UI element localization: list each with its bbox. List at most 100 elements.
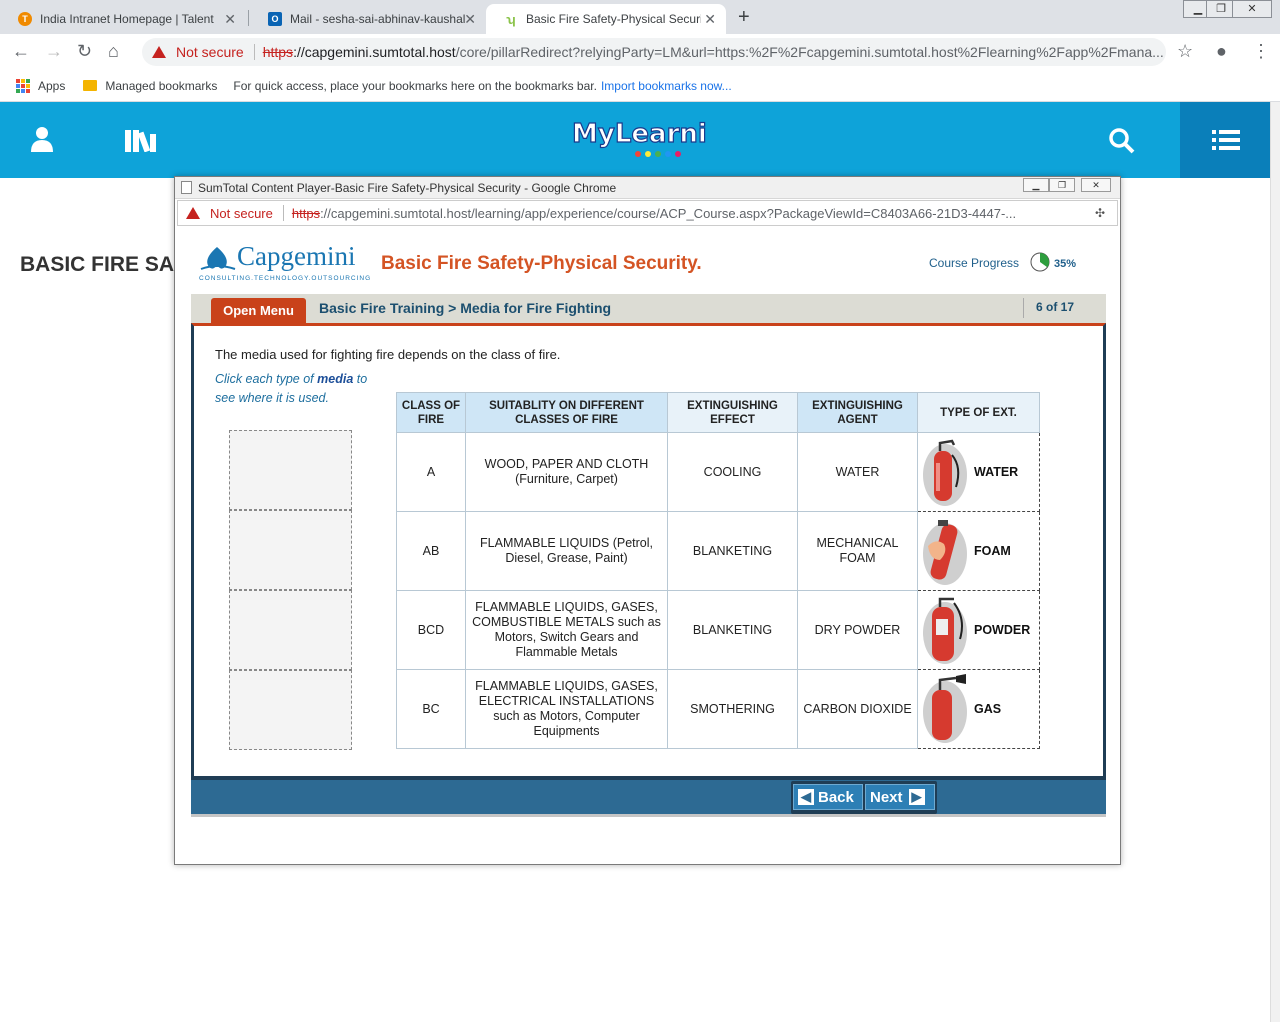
tab-divider bbox=[248, 10, 249, 26]
bookmarks-bar: Apps Managed bookmarks For quick access,… bbox=[0, 70, 1280, 102]
powder-extinguisher-icon bbox=[923, 597, 967, 664]
extinguisher-type-label: POWDER bbox=[974, 623, 1031, 637]
popup-address-bar[interactable]: Not secure https ://capgemini.sumtotal.h… bbox=[177, 200, 1118, 226]
fire-class-cell: BCD bbox=[396, 590, 466, 670]
address-bar[interactable]: Not secure https ://capgemini.sumtotal.h… bbox=[142, 38, 1166, 66]
bookmark-star-icon[interactable]: ☆ bbox=[1177, 41, 1193, 62]
outlook-favicon-icon: O bbox=[268, 12, 282, 26]
url-host: ://capgemini.sumtotal.host bbox=[320, 205, 472, 221]
reload-icon[interactable]: ↻ bbox=[77, 41, 92, 62]
url-path: /core/pillarRedirect?relyingParty=LM&url… bbox=[455, 44, 1164, 60]
agent-cell: WATER bbox=[797, 432, 918, 512]
warning-icon bbox=[152, 46, 166, 58]
browser-tab-intranet[interactable]: T India Intranet Homepage | Talent ✕ bbox=[0, 4, 246, 34]
profile-icon[interactable]: ● bbox=[1216, 41, 1227, 62]
left-arrow-icon: ◀ bbox=[798, 789, 814, 805]
media-drop-slot[interactable] bbox=[229, 430, 352, 510]
table-row: A WOOD, PAPER AND CLOTH (Furniture, Carp… bbox=[396, 432, 1040, 512]
browser-tab-mail[interactable]: O Mail - sesha-sai-abhinav-kaushal ✕ bbox=[250, 4, 486, 34]
extinguisher-water-card[interactable]: WATER bbox=[917, 432, 1040, 512]
content-player-window: SumTotal Content Player-Basic Fire Safet… bbox=[174, 176, 1121, 865]
browser-tab-fire-safety[interactable]: ʮ Basic Fire Safety-Physical Security ✕ bbox=[486, 4, 726, 34]
table-row: BCD FLAMMABLE LIQUIDS, GASES, COMBUSTIBL… bbox=[396, 590, 1040, 670]
capgemini-logo: Capgemini CONSULTING.TECHNOLOGY.OUTSOURC… bbox=[197, 241, 370, 285]
browser-toolbar: ← → ↻ ⌂ Not secure https ://capgemini.su… bbox=[0, 34, 1280, 70]
instruction-part: Click each type of bbox=[215, 372, 318, 386]
effect-cell: BLANKETING bbox=[667, 590, 798, 670]
extinguisher-type-label: GAS bbox=[974, 702, 1002, 716]
next-button[interactable]: Next ▶ bbox=[865, 784, 935, 810]
apps-grid-icon[interactable] bbox=[16, 78, 30, 93]
warning-icon bbox=[186, 207, 200, 219]
tab-title: Mail - sesha-sai-abhinav-kaushal bbox=[290, 12, 465, 26]
course-progress-label: Course Progress bbox=[929, 256, 1020, 270]
column-header: SUITABLITY ON DIFFERENT CLASSES OF FIRE bbox=[465, 392, 668, 433]
managed-bookmarks-link[interactable]: Managed bookmarks bbox=[105, 79, 217, 93]
effect-cell: BLANKETING bbox=[667, 511, 798, 591]
fire-class-cell: A bbox=[396, 432, 466, 512]
back-arrow-icon[interactable]: ← bbox=[12, 41, 30, 62]
extinguisher-type-label: FOAM bbox=[974, 544, 1011, 558]
effect-cell: SMOTHERING bbox=[667, 669, 798, 749]
lesson-nav-bar: ◀ Back Next ▶ bbox=[191, 778, 1106, 814]
intro-text: The media used for fighting fire depends… bbox=[215, 347, 561, 362]
suitability-cell: FLAMMABLE LIQUIDS, GASES, ELECTRICAL INS… bbox=[465, 669, 668, 749]
lesson-content: The media used for fighting fire depends… bbox=[191, 323, 1106, 779]
not-secure-label: Not secure bbox=[176, 44, 244, 60]
suitability-cell: FLAMMABLE LIQUIDS, GASES, COMBUSTIBLE ME… bbox=[465, 590, 668, 670]
fire-class-cell: AB bbox=[396, 511, 466, 591]
search-icon[interactable] bbox=[1109, 128, 1135, 154]
table-row: AB FLAMMABLE LIQUIDS (Petrol, Diesel, Gr… bbox=[396, 511, 1040, 591]
page-counter: 6 of 17 bbox=[1023, 298, 1074, 318]
co2-extinguisher-icon bbox=[923, 674, 967, 743]
restore-window-icon[interactable]: ❐ bbox=[1049, 178, 1075, 192]
close-window-icon[interactable]: ✕ bbox=[1232, 0, 1272, 18]
library-books-icon[interactable] bbox=[124, 128, 160, 152]
url-path: /learning/app/experience/course/ACP_Cour… bbox=[471, 205, 1017, 221]
folder-icon bbox=[83, 80, 98, 91]
course-title: Basic Fire Safety-Physical Security. bbox=[381, 253, 702, 274]
close-icon[interactable]: ✕ bbox=[704, 11, 716, 28]
minimize-window-icon[interactable]: ▁ bbox=[1023, 178, 1049, 192]
extinguisher-powder-card[interactable]: POWDER bbox=[917, 590, 1040, 670]
instruction-text: Click each type of media to see where it… bbox=[215, 370, 385, 408]
table-row: BC FLAMMABLE LIQUIDS, GASES, ELECTRICAL … bbox=[396, 669, 1040, 749]
close-window-icon[interactable]: ✕ bbox=[1081, 178, 1111, 192]
media-drop-slot[interactable] bbox=[229, 670, 352, 750]
menu-button[interactable] bbox=[1180, 102, 1270, 178]
spade-logo-icon bbox=[200, 247, 236, 270]
url-scheme: https bbox=[262, 44, 294, 60]
close-icon[interactable]: ✕ bbox=[464, 11, 476, 28]
extinguisher-gas-card[interactable]: GAS bbox=[917, 669, 1040, 749]
back-button[interactable]: ◀ Back bbox=[793, 784, 863, 810]
foam-extinguisher-icon bbox=[923, 520, 967, 585]
extension-icon[interactable]: ✣ bbox=[1095, 206, 1109, 220]
media-drop-slot[interactable] bbox=[229, 510, 352, 590]
popup-titlebar[interactable]: SumTotal Content Player-Basic Fire Safet… bbox=[175, 177, 1120, 199]
new-tab-icon[interactable]: + bbox=[738, 6, 750, 29]
media-drop-slot[interactable] bbox=[229, 590, 352, 670]
apps-link[interactable]: Apps bbox=[38, 79, 65, 93]
user-icon[interactable] bbox=[30, 126, 54, 152]
nav-bar-shadow bbox=[191, 814, 1106, 817]
open-menu-button[interactable]: Open Menu bbox=[211, 298, 306, 323]
column-header: TYPE OF EXT. bbox=[917, 392, 1040, 433]
sumtotal-favicon-icon: ʮ bbox=[506, 11, 516, 27]
page-scrollbar[interactable] bbox=[1270, 102, 1280, 1022]
column-header: EXTINGUISHING EFFECT bbox=[667, 392, 798, 433]
agent-cell: DRY POWDER bbox=[797, 590, 918, 670]
fire-class-cell: BC bbox=[396, 669, 466, 749]
forward-arrow-icon[interactable]: → bbox=[45, 41, 63, 62]
course-progress-value: 35% bbox=[1054, 258, 1077, 270]
home-icon[interactable]: ⌂ bbox=[108, 41, 119, 62]
close-icon[interactable]: ✕ bbox=[224, 11, 236, 28]
more-menu-icon[interactable]: ⋮ bbox=[1252, 41, 1270, 62]
import-bookmarks-link[interactable]: Import bookmarks now... bbox=[601, 79, 732, 93]
back-label: Back bbox=[818, 788, 854, 806]
mylearning-logo[interactable]: MyLearning bbox=[570, 112, 706, 160]
capgemini-brand: Capgemini bbox=[237, 241, 356, 271]
address-divider bbox=[282, 205, 284, 221]
extinguisher-foam-card[interactable]: FOAM bbox=[917, 511, 1040, 591]
table-header-row: CLASS OF FIRE SUITABLITY ON DIFFERENT CL… bbox=[396, 392, 1040, 433]
tab-title: Basic Fire Safety-Physical Security bbox=[526, 12, 701, 26]
